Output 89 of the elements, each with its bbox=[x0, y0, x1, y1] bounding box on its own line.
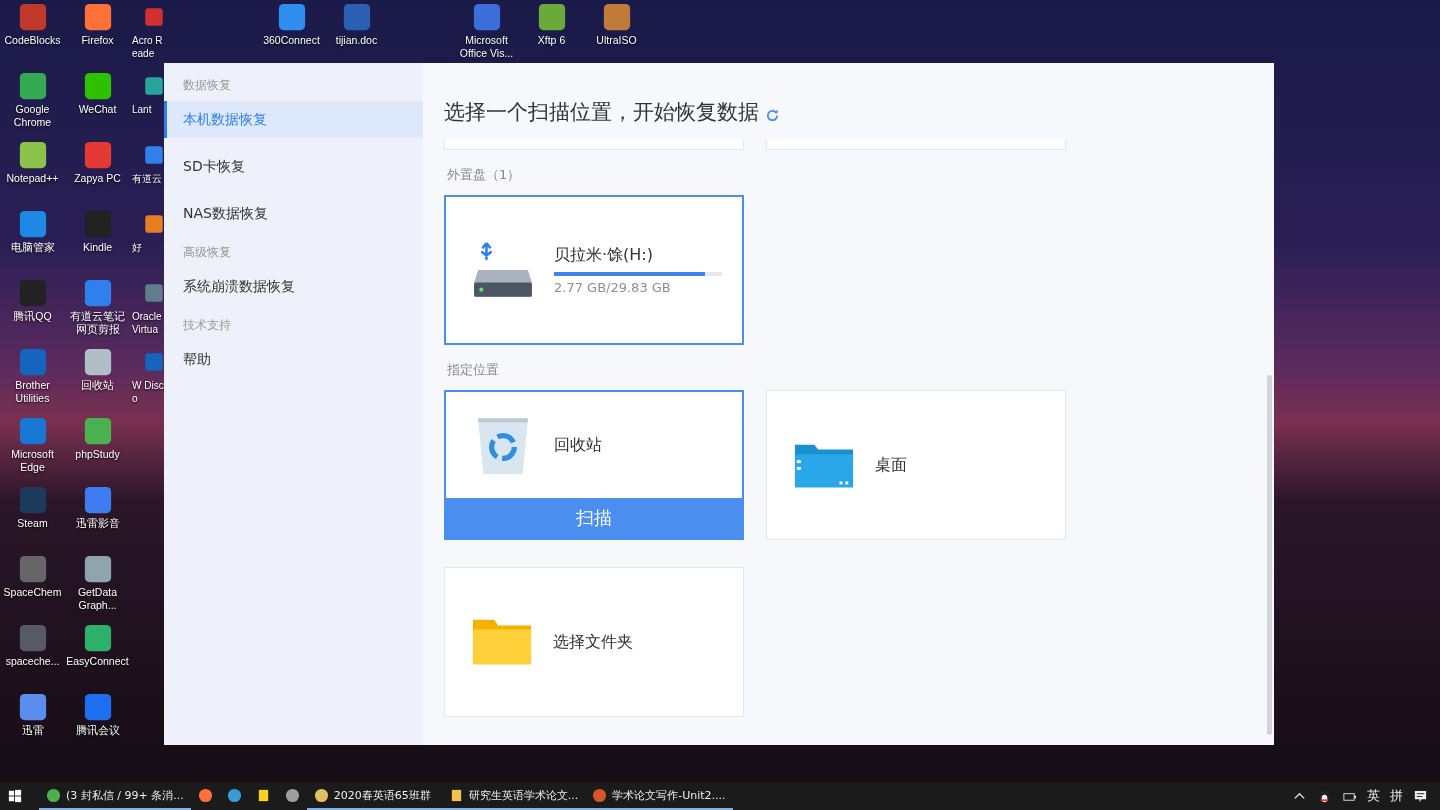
icon-label: Microsoft Office Vis... bbox=[458, 34, 515, 60]
icon-label: Kindle bbox=[81, 241, 114, 254]
app-icon bbox=[197, 787, 213, 803]
icon-label: Steam bbox=[16, 517, 49, 530]
taskbar-app[interactable]: 学术论文写作-Unit2.... bbox=[585, 782, 733, 810]
icon-label: 迅雷影音 bbox=[74, 517, 121, 530]
app-icon bbox=[46, 787, 61, 803]
icon-label: 回收站 bbox=[80, 379, 115, 392]
location-card[interactable]: 选择文件夹 bbox=[444, 567, 744, 717]
app-icon[interactable] bbox=[17, 209, 48, 239]
icon-label: Notepad++ bbox=[5, 172, 60, 185]
app-icon bbox=[226, 787, 242, 803]
location-name: 选择文件夹 bbox=[553, 631, 634, 653]
app-icon[interactable] bbox=[17, 692, 48, 722]
icon-label: EasyConnect bbox=[65, 655, 130, 668]
penguin-icon[interactable] bbox=[1317, 788, 1332, 804]
location-card[interactable]: 贝拉米·馀(H:) 2.77 GB/29.83 GB bbox=[444, 195, 744, 345]
location-card[interactable]: 回收站 扫描 bbox=[444, 390, 744, 540]
icon-label: 有道云 bbox=[132, 172, 163, 185]
app-icon[interactable] bbox=[471, 2, 502, 32]
section-title: 指定位置 bbox=[447, 361, 500, 377]
location-name: 贝拉米·馀(H:) bbox=[554, 245, 654, 266]
taskbar-app[interactable]: 研究生英语学术论文... bbox=[441, 782, 586, 810]
section-title: 外置盘（1） bbox=[447, 166, 522, 182]
sidebar-item[interactable]: 系统崩溃数据恢复 bbox=[164, 268, 423, 305]
sidebar-item[interactable]: SD卡恢复 bbox=[164, 148, 423, 185]
icon-label: WeChat bbox=[77, 103, 118, 116]
icon-label: GetData Graph... bbox=[76, 586, 119, 612]
app-icon[interactable] bbox=[601, 2, 632, 32]
app-icon[interactable] bbox=[17, 140, 48, 170]
app-icon[interactable] bbox=[82, 416, 113, 446]
scrollbar[interactable] bbox=[1267, 375, 1272, 735]
app-icon[interactable] bbox=[17, 554, 48, 584]
icon-label: 腾讯QQ bbox=[12, 310, 53, 323]
usage-text: 2.77 GB/29.83 GB bbox=[554, 280, 672, 295]
icon-label: W Disco bbox=[132, 379, 165, 405]
app-icon[interactable] bbox=[82, 554, 113, 584]
icon-label: 迅雷 bbox=[20, 724, 45, 737]
notification-icon[interactable] bbox=[1413, 788, 1428, 804]
taskbar-app[interactable]: 2020春英语65班群 bbox=[306, 782, 442, 810]
sidebar-heading: 数据恢复 bbox=[182, 77, 232, 94]
icon-label: spaceche... bbox=[4, 655, 61, 668]
app-icon[interactable] bbox=[17, 2, 48, 32]
sidebar-item[interactable]: 帮助 bbox=[164, 341, 423, 378]
refresh-icon[interactable] bbox=[765, 107, 780, 123]
app-icon[interactable] bbox=[82, 71, 113, 101]
sidebar-heading: 高级恢复 bbox=[182, 244, 232, 261]
app-icon bbox=[592, 787, 608, 803]
icon-label: 有道云笔记网页剪报 bbox=[69, 310, 126, 336]
icon-label: Microsoft Edge bbox=[10, 448, 55, 474]
page-title: 选择一个扫描位置，开始恢复数据 bbox=[444, 99, 759, 126]
icon-label: Lant bbox=[132, 103, 153, 116]
icon-label: CodeBlocks bbox=[3, 34, 62, 47]
location-name: 桌面 bbox=[875, 454, 908, 476]
windows-start-icon[interactable] bbox=[8, 789, 22, 803]
icon-label: Brother Utilities bbox=[14, 379, 51, 405]
app-icon[interactable] bbox=[82, 692, 113, 722]
app-icon[interactable] bbox=[82, 278, 113, 308]
app-icon[interactable] bbox=[82, 485, 113, 515]
icon-label: phpStudy bbox=[74, 448, 121, 461]
icon-label: SpaceChem bbox=[2, 586, 63, 599]
app-icon[interactable] bbox=[82, 623, 113, 653]
app-icon[interactable] bbox=[82, 2, 113, 32]
icon-label: 腾讯会议 bbox=[74, 724, 121, 737]
app-icon[interactable] bbox=[276, 2, 307, 32]
app-icon[interactable] bbox=[17, 71, 48, 101]
icon-label: UltraISO bbox=[595, 34, 638, 47]
location-name: 回收站 bbox=[554, 434, 603, 456]
app-icon[interactable] bbox=[82, 140, 113, 170]
icon-label: 360Connect bbox=[262, 34, 321, 47]
input-method-indicator[interactable]: 拼 bbox=[1390, 787, 1403, 805]
input-method-indicator[interactable]: 英 bbox=[1367, 787, 1380, 805]
icon-label: Google Chrome bbox=[12, 103, 53, 129]
sidebar-item[interactable]: NAS数据恢复 bbox=[164, 195, 423, 232]
icon-label: Oracle Virtua bbox=[132, 310, 163, 336]
taskbar-app[interactable]: (3 封私信 / 99+ 条消... bbox=[39, 782, 191, 810]
app-icon[interactable] bbox=[82, 347, 113, 377]
icon-label: Zapya PC bbox=[73, 172, 122, 185]
icon-label: 好 bbox=[132, 241, 143, 254]
icon-label: 电脑管家 bbox=[9, 241, 56, 254]
location-card[interactable]: 桌面 bbox=[766, 390, 1066, 540]
sidebar-heading: 技术支持 bbox=[182, 317, 232, 334]
icon-label: Firefox bbox=[80, 34, 115, 47]
app-icon bbox=[284, 787, 300, 803]
icon-label: Xftp 6 bbox=[536, 34, 567, 47]
app-icon[interactable] bbox=[536, 2, 567, 32]
app-icon bbox=[313, 787, 329, 803]
icon-label: tijian.doc bbox=[334, 34, 379, 47]
icon-label: Acro Reade bbox=[132, 34, 164, 60]
